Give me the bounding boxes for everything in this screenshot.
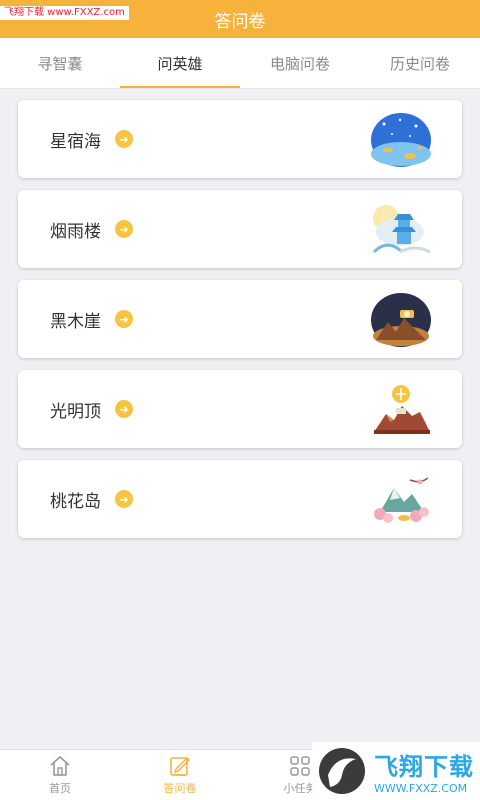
card-title: 星宿海 — [50, 131, 101, 152]
tab-label: 电脑问卷 — [269, 54, 330, 73]
tab-diannao-wenjuan[interactable]: 电脑问卷 — [240, 38, 360, 88]
arrow-right-icon: ➜ — [115, 400, 133, 418]
arrow-right-icon: ➜ — [115, 220, 133, 238]
tab-label: 问英雄 — [157, 54, 203, 73]
edit-icon — [170, 757, 190, 776]
mountain-peak-icon — [374, 385, 430, 434]
tab-label: 历史问卷 — [389, 54, 450, 73]
nav-label: 首页 — [49, 782, 71, 795]
watermark-logo: 飞翔下载 WWW.FXXZ.COM — [312, 742, 480, 800]
tab-bar: 寻智囊 问英雄 电脑问卷 历史问卷 — [0, 38, 480, 89]
arrow-right-icon: ➜ — [115, 490, 133, 508]
page-title: 答问卷 — [214, 11, 266, 32]
watermark-logo-url: WWW.FXXZ.COM — [374, 782, 468, 795]
card-guangmingding[interactable]: 光明顶 ➜ — [18, 370, 462, 448]
card-title: 烟雨楼 — [50, 221, 101, 242]
tab-label: 寻智囊 — [37, 54, 83, 73]
watermark-logo-title: 飞翔下载 — [374, 753, 474, 781]
card-list: 星宿海 ➜ 烟雨楼 ➜ 黑木崖 ➜ 光明顶 ➜ 桃花岛 ➜ — [18, 100, 462, 550]
arrow-right-icon: ➜ — [115, 310, 133, 328]
tab-lishi-wenjuan[interactable]: 历史问卷 — [360, 38, 480, 88]
nav-home[interactable]: 首页 — [0, 750, 120, 800]
arrow-right-icon: ➜ — [115, 130, 133, 148]
card-title: 光明顶 — [50, 401, 101, 422]
pavilion-icon — [372, 205, 431, 254]
card-taohuadao[interactable]: 桃花岛 ➜ — [18, 460, 462, 538]
card-heimuya[interactable]: 黑木崖 ➜ — [18, 280, 462, 358]
grid-icon — [290, 756, 310, 776]
home-icon — [50, 755, 70, 776]
cliff-icon — [371, 293, 431, 347]
tab-wenyingxiong[interactable]: 问英雄 — [120, 38, 240, 88]
card-yanyulou[interactable]: 烟雨楼 ➜ — [18, 190, 462, 268]
card-xingxiuhai[interactable]: 星宿海 ➜ — [18, 100, 462, 178]
tab-xunzhinang[interactable]: 寻智囊 — [0, 38, 120, 88]
watermark-top: 飞翔下载 www.FXXZ.com — [0, 6, 129, 20]
card-title: 黑木崖 — [50, 311, 101, 332]
starry-night-icon — [371, 113, 431, 167]
site-logo-icon — [319, 748, 365, 794]
card-title: 桃花岛 — [50, 491, 101, 512]
peach-blossom-icon — [374, 477, 429, 523]
nav-dawenjuan[interactable]: 答问卷 — [120, 750, 240, 800]
nav-label: 答问卷 — [163, 782, 197, 795]
